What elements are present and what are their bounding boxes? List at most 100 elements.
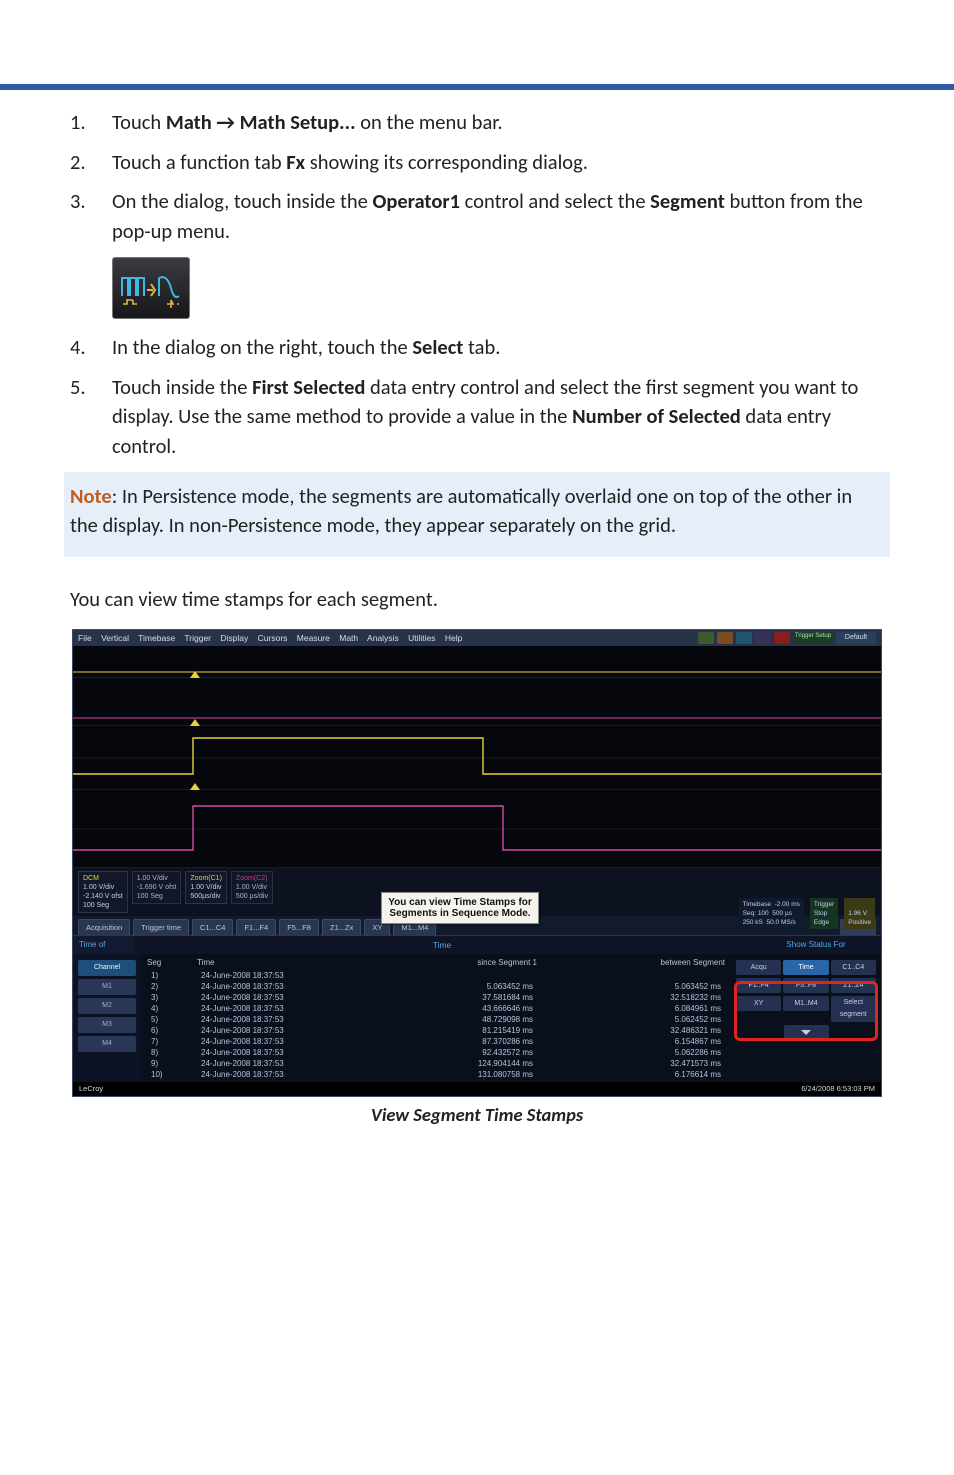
menu-item[interactable]: Timebase xyxy=(138,633,175,643)
header-bar xyxy=(0,0,954,90)
table-row: 8)24-June-2008 18:37:5392.432572 ms5.062… xyxy=(147,1047,725,1058)
table-row: 5)24-June-2008 18:37:5348.729098 ms5.062… xyxy=(147,1014,725,1025)
lead-text: You can view time stamps for each segmen… xyxy=(70,585,884,615)
menu-item[interactable]: Measure xyxy=(297,633,330,643)
m1-button[interactable]: M1 xyxy=(78,979,136,995)
tab-c1c4[interactable]: C1...C4 xyxy=(192,919,233,935)
menubar-right: Trigger Setup Default xyxy=(698,630,876,646)
m2-button[interactable]: M2 xyxy=(78,998,136,1014)
desc-line: -2.140 V ofst xyxy=(83,892,123,901)
tab-f5f8[interactable]: F5...F8 xyxy=(279,919,319,935)
channel-descriptor-c2[interactable]: 1.00 V/div -1.690 V ofst 100 Seg xyxy=(132,871,182,904)
status-bar: LeCroy 6/24/2008 6:53:03 PM xyxy=(73,1082,881,1096)
waveform-row-2 xyxy=(73,678,881,726)
step-number: 5. xyxy=(70,373,112,403)
timestamp-table: Seg Time since Segment 1 between Segment… xyxy=(141,954,731,1082)
trigger-setup-button[interactable]: Trigger Setup xyxy=(793,632,833,644)
subheader-row: Time of Time Show Status For xyxy=(73,935,881,954)
t: Touch inside the xyxy=(112,374,252,400)
tab-z1zx[interactable]: Z1...Zx xyxy=(322,919,361,935)
trigger-marker-icon xyxy=(190,783,200,790)
t-bold: Number of Selected xyxy=(572,403,741,429)
step-3: 3. On the dialog, touch inside the Opera… xyxy=(70,187,884,246)
document-body: 1. Touch Math → Math Setup... on the men… xyxy=(0,90,954,1186)
sel-m1m4-button[interactable]: M1..M4 xyxy=(783,996,828,1011)
t: tab. xyxy=(463,334,500,360)
tb-r0: -2.00 ms xyxy=(775,901,800,908)
t-bold: Math → Math Setup... xyxy=(166,109,356,135)
default-button[interactable]: Default xyxy=(836,632,876,644)
zoom-descriptor-2[interactable]: Zoom(C2) 1.00 V/div 500 µs/div xyxy=(231,871,273,904)
step-number: 4. xyxy=(70,333,112,363)
status-left: LeCroy xyxy=(79,1082,103,1096)
toolbar-icon[interactable] xyxy=(755,632,771,644)
sel-time-button[interactable]: Time xyxy=(783,960,828,975)
waveform-row-3 xyxy=(73,726,881,790)
menu-item[interactable]: Cursors xyxy=(258,633,288,643)
sel-f5f8-button[interactable]: F5..F8 xyxy=(783,978,828,993)
menu-item[interactable]: Display xyxy=(220,633,248,643)
step-text: Touch inside the First Selected data ent… xyxy=(112,373,884,462)
menu-item[interactable]: File xyxy=(78,633,92,643)
tb-r1: 500 µs xyxy=(772,910,792,917)
oscilloscope-screenshot: File Vertical Timebase Trigger Display C… xyxy=(72,629,882,1097)
step-list: 1. Touch Math → Math Setup... on the men… xyxy=(70,108,884,247)
menu-item[interactable]: Analysis xyxy=(367,633,399,643)
menu-item[interactable]: Trigger xyxy=(184,633,211,643)
sel-z1z4-button[interactable]: Z1..Z4 xyxy=(831,978,876,993)
segment-operator-icon xyxy=(112,257,190,319)
zoom-descriptor-1[interactable]: Zoom(C1) 1.00 V/div 500µs/div xyxy=(185,871,227,904)
sel-c1c4-button[interactable]: C1..C4 xyxy=(831,960,876,975)
toolbar-icon[interactable] xyxy=(774,632,790,644)
toolbar-icon[interactable] xyxy=(717,632,733,644)
step-text: In the dialog on the right, touch the Se… xyxy=(112,333,884,363)
step-5: 5. Touch inside the First Selected data … xyxy=(70,373,884,462)
desc-line: 500µs/div xyxy=(190,892,222,901)
menu-item[interactable]: Math xyxy=(339,633,358,643)
tg-hd: Trigger xyxy=(814,900,834,909)
t: control and select the xyxy=(460,188,650,214)
channel-button[interactable]: Channel xyxy=(78,960,136,976)
status-right: 6/24/2008 6:53:03 PM xyxy=(801,1082,875,1096)
trigger-values: 1.96 V Positive xyxy=(844,898,875,929)
step-1: 1. Touch Math → Math Setup... on the men… xyxy=(70,108,884,138)
sel-acqu-button[interactable]: Acqu xyxy=(736,960,781,975)
toolbar-icon[interactable] xyxy=(736,632,752,644)
m3-button[interactable]: M3 xyxy=(78,1017,136,1033)
figure-caption: View Segment Time Stamps xyxy=(70,1103,884,1126)
t: showing its corresponding dialog. xyxy=(305,149,588,175)
sel-select-segment-button[interactable]: Select segment xyxy=(831,996,876,1022)
menu-item[interactable]: Vertical xyxy=(101,633,129,643)
t-bold: Segment xyxy=(650,188,725,214)
tg-l1: Stop xyxy=(814,909,834,918)
tab-f1f4[interactable]: F1...F4 xyxy=(236,919,276,935)
t-bold: Operator1 xyxy=(372,188,460,214)
table-row: 4)24-June-2008 18:37:5343.666646 ms6.084… xyxy=(147,1003,725,1014)
col-seg: Seg xyxy=(147,958,197,970)
m4-button[interactable]: M4 xyxy=(78,1036,136,1052)
tab-acquisition[interactable]: Acquisition xyxy=(78,919,130,935)
tg-r1: 1.96 V xyxy=(848,909,871,918)
timebase-trigger-info: Timebase -2.00 ms Seq: 100 500 µs 250 kS… xyxy=(739,898,875,929)
step-4: 4. In the dialog on the right, touch the… xyxy=(70,333,884,363)
status-for-selector: Acqu Time C1..C4 F1..F4 F5..F8 Z1..Z4 XY… xyxy=(731,954,881,1082)
app-menubar: File Vertical Timebase Trigger Display C… xyxy=(73,630,881,646)
step-text: Touch a function tab Fx showing its corr… xyxy=(112,148,884,178)
sel-f1f4-button[interactable]: F1..F4 xyxy=(736,978,781,993)
desc-line: 100 Seg xyxy=(83,901,123,910)
desc-line: 1.00 V/div xyxy=(190,883,222,892)
note-block: Note: In Persistence mode, the segments … xyxy=(64,472,890,557)
t-bold: Fx xyxy=(286,149,305,175)
menu-item[interactable]: Help xyxy=(445,633,462,643)
trigger-box[interactable]: Trigger Stop Edge xyxy=(810,898,838,929)
channel-descriptor-c1[interactable]: DCM 1.00 V/div -2.140 V ofst 100 Seg xyxy=(78,871,128,913)
desc-line: -1.690 V ofst xyxy=(137,883,177,892)
menu-item[interactable]: Utilities xyxy=(408,633,435,643)
step-text: On the dialog, touch inside the Operator… xyxy=(112,187,884,246)
timebase-box[interactable]: Timebase -2.00 ms Seq: 100 500 µs 250 kS… xyxy=(739,898,804,929)
dropdown-arrow-icon[interactable] xyxy=(784,1025,829,1040)
t: On the dialog, touch inside the xyxy=(112,188,372,214)
toolbar-icon[interactable] xyxy=(698,632,714,644)
sel-xy-button[interactable]: XY xyxy=(736,996,781,1011)
tab-trigger-time[interactable]: Trigger time xyxy=(133,919,189,935)
